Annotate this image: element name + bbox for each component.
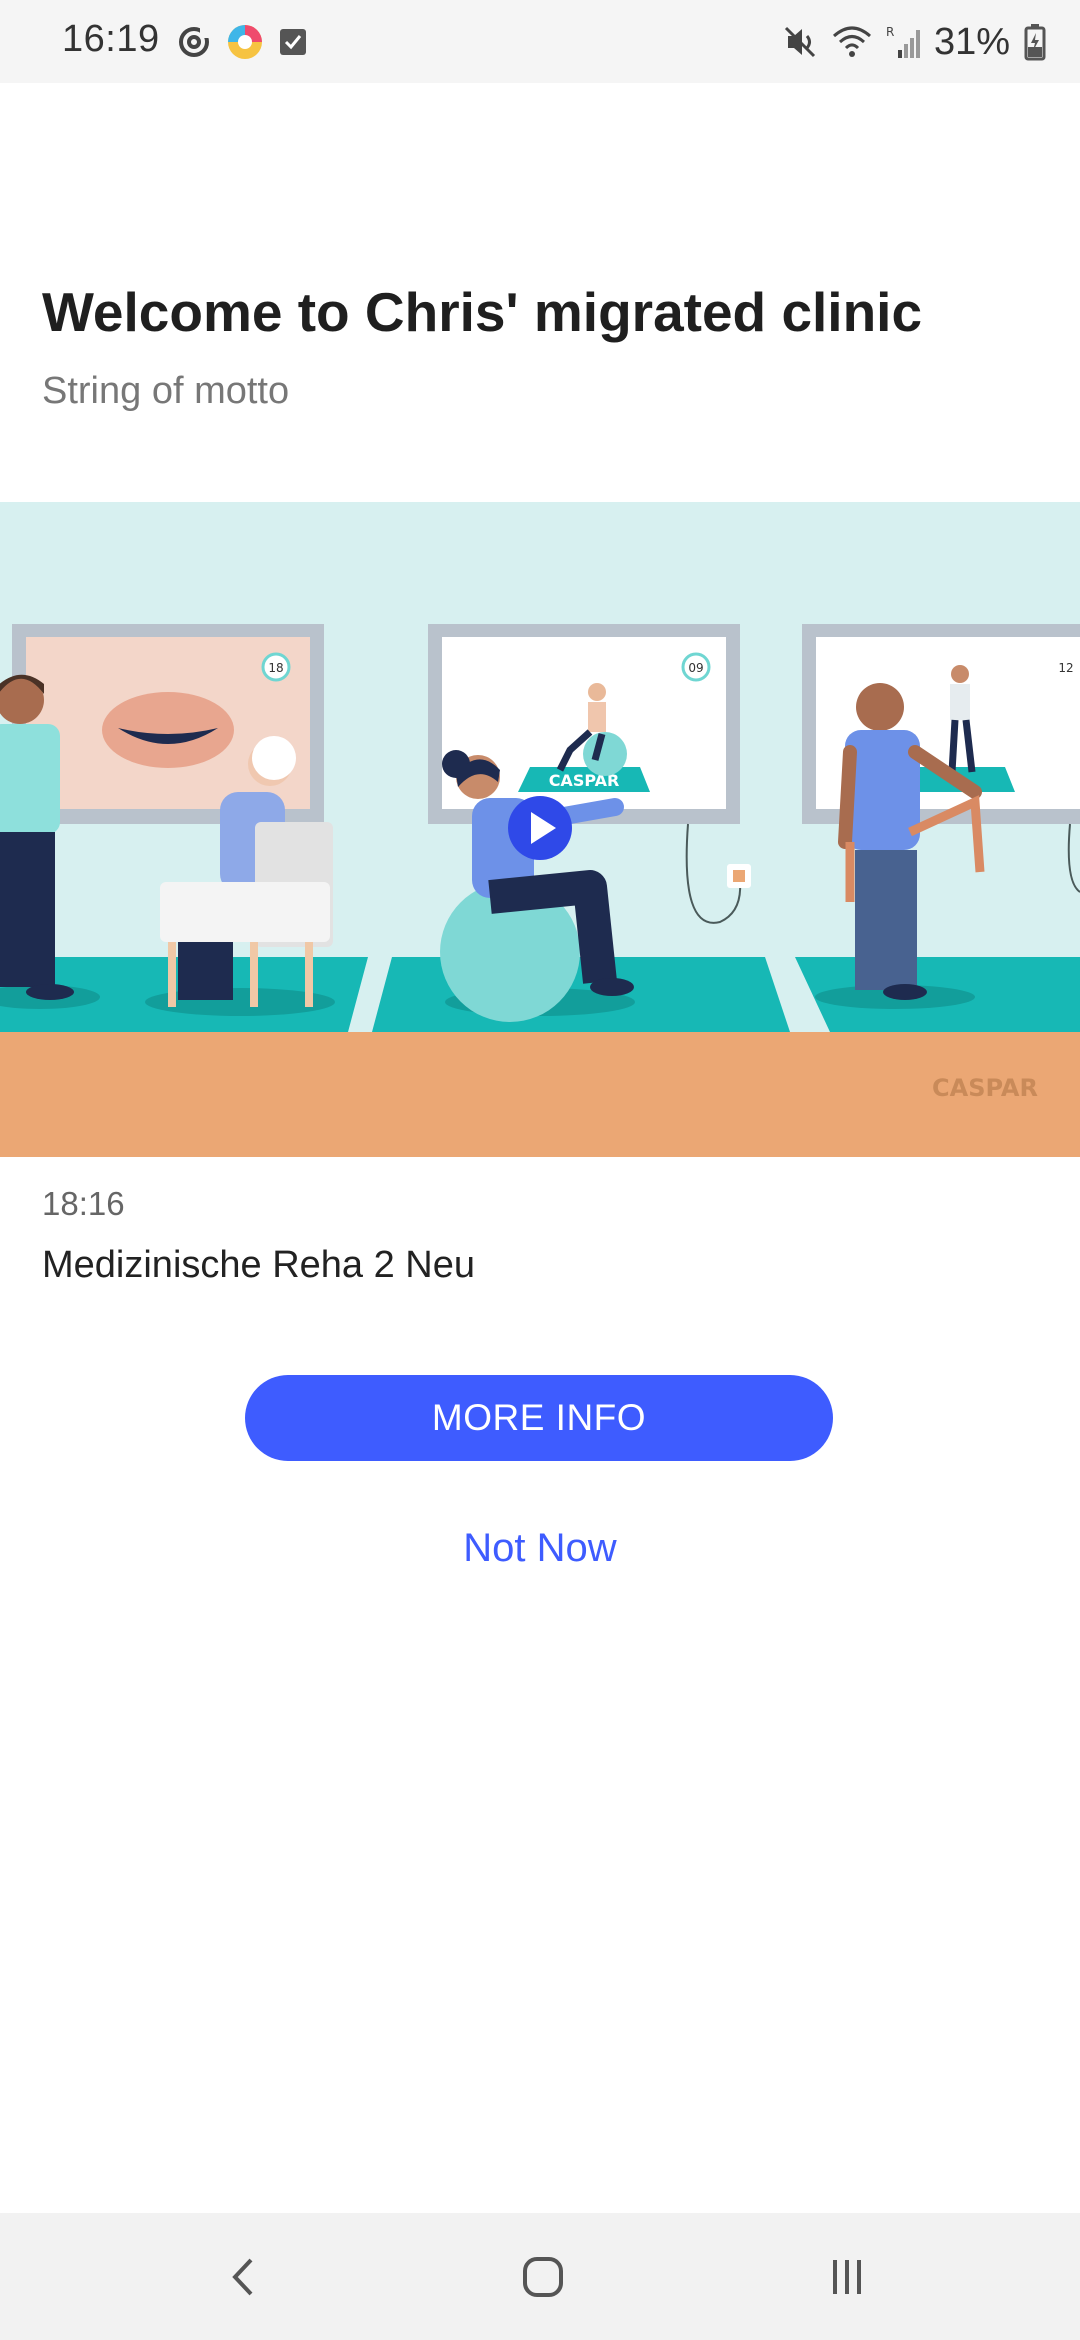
lady-legs (178, 942, 233, 1000)
therapist-shoe (26, 984, 74, 1000)
man-legs (855, 850, 917, 990)
screen-2-number: 09 (688, 661, 703, 675)
battery-percent: 31% (933, 20, 1010, 63)
app-icon (228, 25, 262, 59)
screen-2-person-head (588, 683, 606, 701)
floor-brand: CASPAR (932, 1074, 1038, 1102)
man-arm-left (838, 745, 857, 849)
signal-icon: R (886, 25, 920, 58)
not-now-button[interactable]: Not Now (340, 1516, 740, 1580)
battery-icon (1024, 24, 1046, 61)
chair-seat (160, 882, 330, 942)
screen-3-number: 12 (1058, 661, 1073, 675)
therapist-legs (0, 832, 55, 987)
status-time: 16:19 (62, 18, 160, 60)
recents-button[interactable] (797, 2237, 897, 2317)
status-icons-left (176, 22, 308, 62)
man-head (856, 683, 904, 731)
woman-shoe (590, 978, 634, 996)
chair-leg-2 (250, 942, 258, 1007)
back-button[interactable] (193, 2237, 293, 2317)
chair-leg-1 (168, 942, 176, 1007)
sync-icon (179, 27, 210, 57)
home-icon (523, 2257, 563, 2297)
screen-2-person-body (588, 702, 606, 732)
program-name: Medizinische Reha 2 Neu (42, 1244, 476, 1286)
checkbox-icon (280, 29, 306, 55)
therapist-shirt (0, 724, 60, 834)
svg-text:R: R (886, 25, 894, 39)
status-icons-right: R 31% (782, 20, 1046, 64)
back-icon (232, 2258, 253, 2296)
recents-icon (833, 2260, 861, 2294)
clinic-motto: String of motto (42, 370, 290, 412)
wifi-icon (832, 26, 871, 57)
screen-3-person-body (950, 684, 970, 720)
status-bar: 16:19 R 31% (0, 0, 1080, 83)
home-button[interactable] (493, 2237, 593, 2317)
man-shoe (883, 984, 927, 1000)
mute-icon (784, 26, 815, 58)
program-time: 18:16 (42, 1185, 125, 1222)
welcome-title: Welcome to Chris' migrated clinic (42, 281, 923, 343)
screen-1-number: 18 (268, 661, 283, 675)
floor-orange (0, 1032, 1080, 1157)
screen-3-person-head (951, 665, 969, 683)
man-torso (845, 730, 920, 850)
lady-hair (252, 736, 296, 780)
navigation-bar (0, 2213, 1080, 2340)
play-video-button[interactable] (508, 796, 572, 860)
wall-plug-inner (733, 870, 745, 882)
more-info-button[interactable]: MORE INFO (245, 1375, 833, 1461)
hero-illustration: CASPAR 18 CASPAR 09 12 (0, 502, 1080, 1157)
screen-2-ball (583, 732, 627, 776)
chair-leg-3 (305, 942, 313, 1007)
